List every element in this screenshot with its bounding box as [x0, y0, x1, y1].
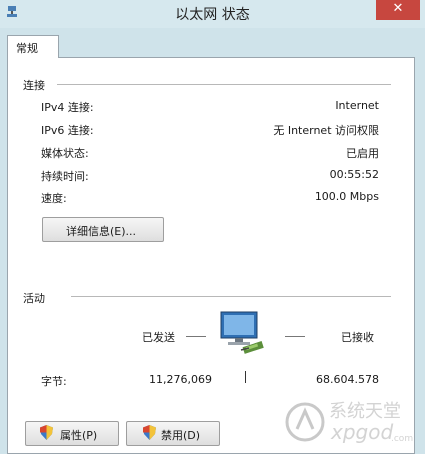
disable-button-label: 禁用(D) [161, 429, 201, 442]
connection-section-label: 连接 [23, 79, 45, 92]
uac-shield-icon [143, 425, 156, 440]
svg-text:系统天堂: 系统天堂 [329, 401, 401, 422]
network-adapter-icon [220, 311, 264, 354]
details-button[interactable]: 详细信息(E)... [42, 217, 164, 242]
properties-button-label: 属性(P) [60, 429, 98, 442]
duration-label: 持续时间: [41, 170, 89, 183]
speed-label: 速度: [41, 192, 67, 205]
tab-general[interactable]: 常规 [7, 35, 59, 58]
ipv6-value: 无 Internet 访问权限 [273, 124, 379, 137]
site-watermark: 系统天堂 xpgod .com [281, 395, 421, 447]
title-bar: 以太网 状态 ✕ [0, 0, 425, 28]
connection-separator [57, 84, 391, 85]
close-icon: ✕ [392, 1, 404, 16]
activity-section-label: 活动 [23, 292, 45, 305]
speed-value: 100.0 Mbps [314, 190, 379, 203]
media-state-value: 已启用 [346, 147, 379, 160]
window-title: 以太网 状态 [175, 7, 250, 23]
sent-label: 已发送 [142, 331, 175, 344]
properties-button[interactable]: 属性(P) [25, 421, 119, 446]
received-line [285, 336, 305, 337]
watermark-logo: 系统天堂 xpgod .com [285, 401, 413, 444]
svg-text:.com: .com [391, 434, 413, 444]
duration-value: 00:55:52 [329, 168, 379, 181]
svg-text:xpgod: xpgod [330, 420, 393, 444]
ipv4-value: Internet [335, 99, 379, 112]
bytes-received-value: 68.604.578 [316, 373, 379, 386]
details-button-label: 详细信息(E)... [66, 225, 137, 238]
bytes-divider [245, 371, 246, 383]
ipv6-label: IPv6 连接: [41, 124, 94, 137]
disable-button[interactable]: 禁用(D) [126, 421, 220, 446]
received-label: 已接收 [341, 331, 374, 344]
tab-general-label: 常规 [16, 42, 38, 55]
bytes-label: 字节: [41, 375, 67, 388]
sent-line [186, 336, 206, 337]
media-state-label: 媒体状态: [41, 147, 89, 160]
uac-shield-icon [40, 425, 53, 440]
close-button[interactable]: ✕ [376, 0, 420, 20]
activity-separator [71, 296, 391, 297]
bytes-sent-value: 11,276,069 [149, 373, 212, 386]
ipv4-label: IPv4 连接: [41, 101, 94, 114]
